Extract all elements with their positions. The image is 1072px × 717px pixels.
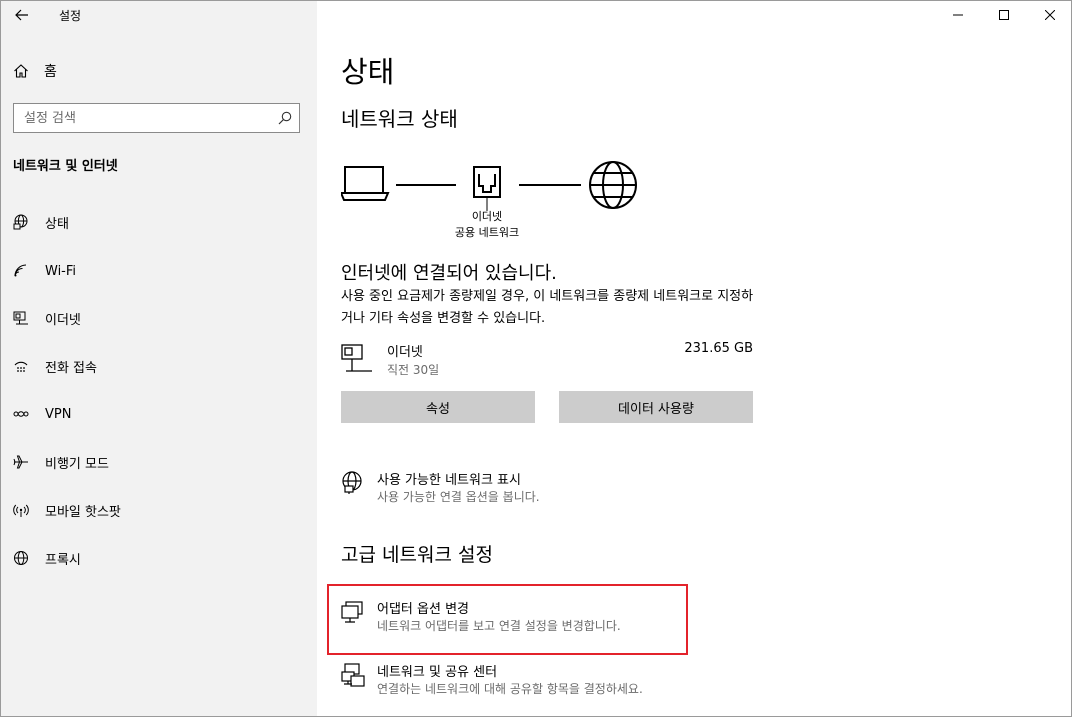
sidebar-item-vpn[interactable]: VPN: [1, 396, 317, 432]
sidebar-item-mobile-hotspot[interactable]: 모바일 핫스팟: [1, 492, 317, 528]
connection-status-description: 사용 중인 요금제가 종량제일 경우, 이 네트워크를 종량제 네트워크로 지정…: [341, 289, 754, 326]
hotspot-icon: [13, 502, 29, 518]
title-bar: 설정: [1, 1, 317, 31]
back-button[interactable]: [9, 3, 35, 27]
search-input[interactable]: [14, 104, 269, 132]
sidebar-item-label: VPN: [45, 406, 72, 422]
home-label: 홈: [44, 64, 57, 80]
network-status-title: 네트워크 상태: [341, 107, 458, 131]
sidebar-item-label: 전화 접속: [45, 360, 97, 376]
sidebar-item-label: 프록시: [45, 552, 81, 568]
close-button[interactable]: [1027, 1, 1071, 29]
sidebar-item-wifi[interactable]: Wi-Fi: [1, 253, 317, 289]
show-networks-description: 사용 가능한 연결 옵션을 봅니다.: [377, 490, 540, 504]
show-available-networks-link[interactable]: 사용 가능한 네트워크 표시 사용 가능한 연결 옵션을 봅니다.: [341, 469, 761, 509]
sidebar-item-label: 이더넷: [45, 312, 81, 328]
status-globe-icon: [13, 214, 29, 230]
section-title: 네트워크 및 인터넷: [13, 159, 118, 174]
sidebar-item-proxy[interactable]: 프록시: [1, 540, 317, 576]
diagram-label: 이더넷 공용 네트워크: [427, 209, 547, 241]
vpn-icon: [13, 406, 29, 422]
ethernet-monitor-icon: [341, 344, 372, 372]
settings-window: 설정 홈 네트워크 및 인터넷 상태 Wi-Fi 이: [0, 0, 1072, 717]
wifi-icon: [13, 263, 29, 279]
globe-network-icon: [342, 471, 362, 494]
search-icon[interactable]: [278, 111, 292, 125]
maximize-icon: [999, 10, 1009, 20]
sidebar-item-ethernet[interactable]: 이더넷: [1, 300, 317, 336]
sidebar-item-label: Wi-Fi: [45, 263, 77, 279]
network-status-diagram: 이더넷 공용 네트워크: [339, 157, 651, 247]
home-icon: [14, 64, 28, 78]
internet-globe-icon: [589, 161, 637, 209]
sharing-center-title: 네트워크 및 공유 센터: [377, 665, 498, 680]
back-arrow-icon: [15, 9, 28, 21]
home-nav-item[interactable]: 홈: [13, 59, 57, 83]
network-sharing-center-link[interactable]: 네트워크 및 공유 센터 연결하는 네트워크에 대해 공유할 항목을 결정하세요…: [341, 661, 761, 701]
connection-entry: 이더넷 직전 30일 231.65 GB: [341, 341, 753, 381]
search-box[interactable]: [13, 103, 300, 133]
diagram-network-profile: 공용 네트워크: [454, 226, 520, 239]
minimize-button[interactable]: [935, 1, 981, 29]
page-title: 상태: [341, 55, 395, 89]
ethernet-port-icon: [473, 166, 501, 211]
sidebar-item-status[interactable]: 상태: [1, 204, 317, 240]
connection-name: 이더넷: [387, 345, 423, 360]
app-title: 설정: [59, 9, 82, 23]
sidebar-item-label: 비행기 모드: [45, 456, 109, 472]
data-usage-button[interactable]: 데이터 사용량: [559, 391, 753, 423]
properties-button[interactable]: 속성: [341, 391, 535, 423]
sharing-center-description: 연결하는 네트워크에 대해 공유할 항목을 결정하세요.: [377, 682, 643, 696]
sidebar-item-airplane-mode[interactable]: 비행기 모드: [1, 444, 317, 480]
window-controls: [935, 1, 1071, 29]
ethernet-icon: [13, 310, 29, 326]
connection-status-heading: 인터넷에 연결되어 있습니다.: [341, 263, 557, 284]
connection-data-usage: 231.65 GB: [684, 341, 753, 356]
airplane-icon: [13, 454, 29, 470]
maximize-button[interactable]: [981, 1, 1027, 29]
sharing-center-icon: [341, 663, 365, 687]
laptop-icon: [339, 166, 390, 201]
show-networks-title: 사용 가능한 네트워크 표시: [377, 473, 521, 488]
close-icon: [1045, 10, 1055, 20]
sidebar-item-label: 모바일 핫스팟: [45, 504, 121, 520]
dialup-icon: [13, 358, 29, 374]
sidebar: 설정 홈 네트워크 및 인터넷 상태 Wi-Fi 이: [1, 1, 317, 716]
minimize-icon: [953, 14, 963, 16]
network-diagram-graphic: [339, 161, 637, 211]
highlight-annotation-box: [327, 584, 688, 655]
proxy-globe-icon: [13, 550, 29, 566]
diagram-connection-type: 이더넷: [471, 210, 503, 223]
connection-period: 직전 30일: [387, 363, 440, 377]
sidebar-item-label: 상태: [45, 216, 69, 232]
advanced-settings-title: 고급 네트워크 설정: [341, 544, 493, 566]
sidebar-item-dialup[interactable]: 전화 접속: [1, 348, 317, 384]
